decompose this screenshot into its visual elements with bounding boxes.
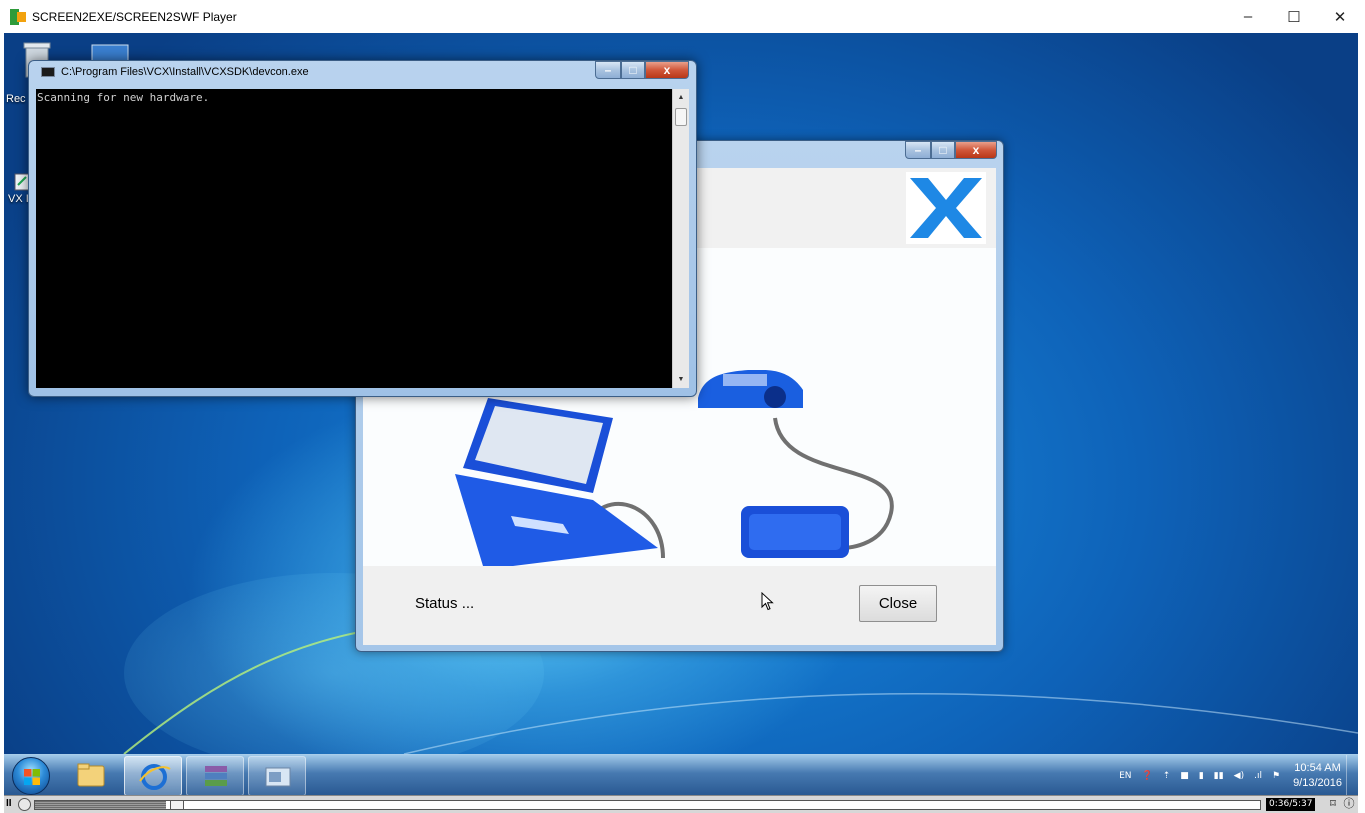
close-icon: ✕ <box>1333 8 1347 26</box>
security-icon[interactable]: ■ <box>1180 771 1189 781</box>
language-indicator[interactable]: EN <box>1119 771 1131 781</box>
seek-bar[interactable] <box>34 800 1261 810</box>
player-minimize-button[interactable]: – <box>1225 0 1271 33</box>
pause-button[interactable]: II <box>6 798 16 810</box>
maximize-icon: □ <box>939 143 947 157</box>
player-app-icon <box>10 8 26 25</box>
mouse-cursor-icon <box>761 592 774 611</box>
help-icon[interactable]: ❓ <box>1142 771 1153 781</box>
player-close-button[interactable]: ✕ <box>1317 0 1363 33</box>
console-minimize-button[interactable]: – <box>595 61 621 79</box>
console-output[interactable]: Scanning for new hardware. <box>36 89 672 388</box>
player-maximize-button[interactable]: ☐ <box>1271 0 1317 33</box>
console-scrollbar[interactable]: ▲ ▼ <box>672 89 689 388</box>
maximize-icon: ☐ <box>1287 8 1301 26</box>
close-icon: x <box>972 143 980 157</box>
taskbar-internet-explorer[interactable] <box>124 756 182 796</box>
console-window-icon <box>41 67 55 77</box>
minimize-icon: – <box>914 143 922 157</box>
clock-date: 9/13/2016 <box>1293 776 1342 789</box>
console-close-button[interactable]: x <box>645 61 689 79</box>
minimize-icon: – <box>604 63 612 77</box>
minimize-icon: – <box>1243 8 1253 25</box>
console-maximize-button[interactable]: □ <box>621 61 645 79</box>
console-window-controls: – □ x <box>595 61 689 79</box>
clock-time: 10:54 AM <box>1294 761 1341 774</box>
clock[interactable]: 10:54 AM 9/13/2016 <box>1293 761 1342 791</box>
taskbar-console-window[interactable] <box>248 756 306 796</box>
player-title: SCREEN2EXE/SCREEN2SWF Player <box>32 9 237 24</box>
show-desktop-button[interactable] <box>1346 755 1358 796</box>
console-window-icon <box>265 767 291 787</box>
vcx-logo-icon <box>906 172 986 244</box>
taskbar: EN ❓ ⇡ ■ ▮ ▮▮ ◀) .ıl ⚑ 10:54 AM 9/13/201… <box>4 754 1358 796</box>
console-window: C:\Program Files\VCX\Install\VCXSDK\devc… <box>28 60 697 397</box>
volume-icon[interactable]: ◀) <box>1234 771 1244 781</box>
console-titlebar: C:\Program Files\VCX\Install\VCXSDK\devc… <box>41 66 309 78</box>
windows-logo-icon <box>24 769 40 785</box>
internet-explorer-icon <box>139 764 171 790</box>
action-center-flag-icon[interactable]: ⚑ <box>1272 771 1280 781</box>
mute-icon[interactable] <box>18 798 31 811</box>
info-icon[interactable]: ⓘ <box>1342 798 1356 811</box>
fullscreen-icon[interactable]: ⌑ <box>1326 798 1340 811</box>
console-text: Scanning for new hardware. <box>37 91 210 104</box>
installer-maximize-button[interactable]: □ <box>931 141 955 159</box>
scroll-down-icon[interactable]: ▼ <box>673 371 689 388</box>
player-titlebar: SCREEN2EXE/SCREEN2SWF Player – ☐ ✕ <box>0 0 1365 33</box>
playback-time: 0:36/5:37 <box>1266 798 1316 811</box>
console-title: C:\Program Files\VCX\Install\VCXSDK\devc… <box>61 66 309 78</box>
taskbar-file-explorer[interactable] <box>62 756 120 796</box>
show-hidden-icons-icon[interactable]: ⇡ <box>1163 771 1171 781</box>
taskbar-winrar[interactable] <box>186 756 244 796</box>
desktop-icon-label-recycle: Rec <box>6 93 26 105</box>
scroll-up-icon[interactable]: ▲ <box>673 89 689 106</box>
installer-footer: Status ... Close <box>363 566 996 645</box>
close-button[interactable]: Close <box>859 585 937 622</box>
seek-progress <box>35 801 166 809</box>
start-button[interactable] <box>12 757 50 795</box>
file-explorer-icon <box>77 763 105 787</box>
seek-thumb[interactable] <box>170 800 184 810</box>
installer-window-controls: – □ x <box>905 141 997 159</box>
maximize-icon: □ <box>629 63 637 77</box>
scroll-thumb[interactable] <box>675 108 687 126</box>
system-tray: EN ❓ ⇡ ■ ▮ ▮▮ ◀) .ıl ⚑ 10:54 AM 9/13/201… <box>1114 755 1358 796</box>
network-icon[interactable]: ▮▮ <box>1214 771 1224 781</box>
close-icon: x <box>663 63 671 77</box>
installer-minimize-button[interactable]: – <box>905 141 931 159</box>
battery-icon[interactable]: ▮ <box>1199 771 1204 781</box>
winrar-icon <box>205 766 227 786</box>
signal-icon[interactable]: .ıl <box>1254 771 1262 781</box>
status-label: Status ... <box>415 595 475 612</box>
installer-close-button[interactable]: x <box>955 141 997 159</box>
desktop-icon-label-vx: VX I <box>8 193 29 205</box>
player-controlbar: II 0:36/5:37 ⌑ ⓘ <box>4 795 1358 813</box>
